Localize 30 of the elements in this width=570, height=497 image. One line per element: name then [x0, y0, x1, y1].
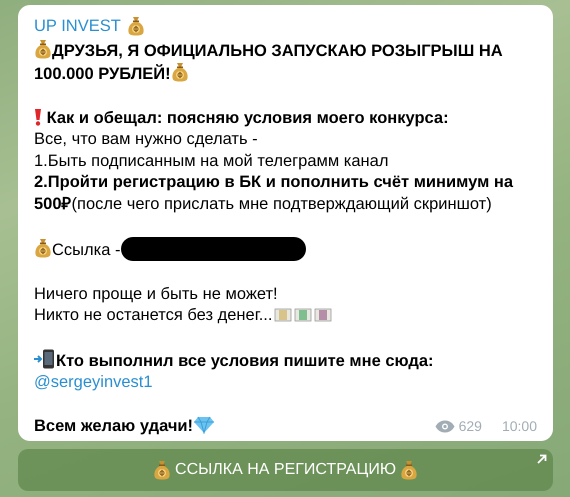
money-bag-icon — [153, 460, 172, 480]
link-label: Ссылка - — [52, 241, 120, 260]
money-bag-icon — [126, 16, 145, 36]
banknotes-icon — [294, 307, 312, 324]
money-bag-icon — [34, 38, 52, 59]
banknotes-icon — [314, 307, 332, 324]
money-bag-icon — [400, 460, 418, 480]
eye-icon — [434, 420, 455, 434]
money-bag-icon — [34, 238, 52, 258]
registration-link-button[interactable]: ССЫЛКА НА РЕГИСТРАЦИЮ — [18, 449, 553, 491]
message-text: Ничего проще и быть не может! — [34, 284, 278, 303]
phone-arrow-icon — [34, 348, 56, 369]
banknotes-icon — [274, 307, 292, 324]
view-count: 629 — [458, 417, 482, 436]
headline-text: 100.000 РУБЛЕЙ! — [34, 65, 171, 84]
message-text: 1.Быть подписанным на мой телеграмм канал — [34, 152, 388, 170]
exclamation-icon — [34, 108, 42, 126]
closing-text: Всем желаю удачи! — [34, 416, 194, 435]
diamond-icon — [193, 416, 216, 434]
contact-text: Кто выполнил все условия пишите мне сюда: — [56, 352, 434, 370]
message-text: Все, что вам нужно сделать - — [34, 130, 258, 148]
message-text: 2.Пройти регистрацию в БК и пополнить счёт минимум на 500₽(после чего прислать мне подтверждающий скриншот) — [34, 173, 514, 213]
headline-text: ДРУЗЬЯ, Я ОФИЦИАЛЬНО ЗАПУСКАЮ РОЗЫГРЫШ НА — [52, 42, 503, 60]
channel-name[interactable]: UP INVEST — [34, 16, 121, 36]
money-bag-icon — [170, 62, 189, 82]
message-text: Никто не останется без денег... — [34, 306, 272, 324]
external-link-icon — [537, 454, 547, 464]
username-link[interactable]: @sergeyinvest1 — [34, 373, 153, 392]
message-time: 10:00 — [502, 417, 537, 436]
conditions-heading: Как и обещал: поясняю условия моего конкурса: — [46, 108, 449, 127]
